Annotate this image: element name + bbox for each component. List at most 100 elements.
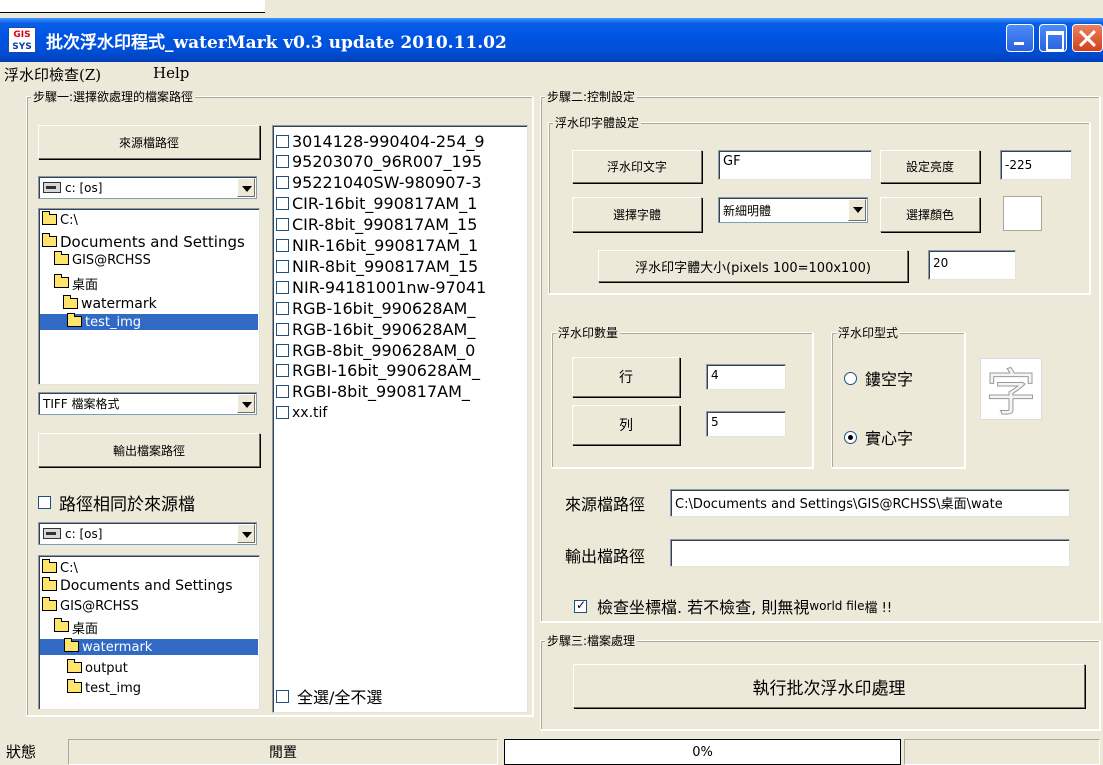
chevron-down-icon[interactable] (848, 199, 866, 221)
checkbox-box[interactable] (276, 176, 289, 190)
tree-item-label: output (85, 660, 128, 676)
file-list-item[interactable]: 95221040SW-980907-3 (276, 173, 482, 193)
checkbox-box[interactable] (38, 496, 51, 509)
tree-item[interactable]: output (67, 658, 128, 676)
output-path-button[interactable]: 輸出檔案路徑 (38, 433, 260, 467)
watermark-text-button[interactable]: 浮水印文字 (572, 150, 702, 183)
same-path-checkbox[interactable]: 路徑相同於來源檔 (38, 490, 195, 515)
columns-button[interactable]: 列 (572, 405, 680, 445)
tree-item[interactable]: test_img (67, 678, 141, 696)
hollow-radio[interactable]: 鏤空字 (844, 366, 913, 390)
tree-item[interactable]: watermark (63, 294, 157, 312)
choose-font-button[interactable]: 選擇字體 (572, 197, 702, 232)
minimize-button[interactable] (1006, 24, 1034, 52)
check-coords-suffix: 檔 !! (864, 600, 893, 616)
chevron-down-icon[interactable] (237, 178, 255, 197)
file-list-item[interactable]: RGB-16bit_990628AM_ (276, 319, 475, 339)
tree-item-selected[interactable]: watermark (40, 637, 258, 655)
checkbox-box[interactable] (276, 259, 289, 273)
select-all-checkbox[interactable]: 全選/全不選 (276, 684, 382, 708)
checkbox-box[interactable] (276, 134, 289, 148)
file-name: RGBI-16bit_990628AM_ (292, 361, 481, 381)
checkbox-box[interactable] (276, 406, 289, 420)
close-button[interactable] (1072, 24, 1103, 52)
maximize-button[interactable] (1039, 24, 1067, 52)
source-path-button[interactable]: 來源檔路徑 (38, 125, 260, 159)
source-drive-select[interactable]: c: [os] (38, 176, 257, 199)
chevron-down-icon[interactable] (237, 394, 255, 413)
brightness-button[interactable]: 設定亮度 (880, 150, 980, 183)
progress-text: 0% (692, 744, 713, 760)
color-swatch (1003, 196, 1042, 231)
menu-help[interactable]: Help (153, 64, 189, 82)
tree-item[interactable]: GIS@RCHSS (54, 250, 151, 268)
columns-field[interactable]: 5 (706, 411, 786, 437)
file-name: RGB-8bit_990628AM_0 (292, 340, 476, 360)
checkbox-box[interactable] (276, 155, 289, 169)
checkbox-box[interactable] (276, 301, 289, 315)
file-list-item[interactable]: CIR-16bit_990817AM_1 (276, 194, 477, 214)
checkbox-box[interactable] (276, 364, 289, 378)
tree-item[interactable]: C:\ (42, 558, 78, 576)
file-list-item[interactable]: RGBI-8bit_990817AM_ (276, 382, 470, 402)
menu-watermark-check[interactable]: 浮水印檢查(Z) (4, 64, 101, 85)
checkbox-box[interactable] (276, 280, 289, 294)
radio-button[interactable] (844, 371, 857, 385)
font-size-field[interactable]: 20 (928, 250, 1016, 280)
hollow-label: 鏤空字 (865, 370, 914, 389)
tree-item[interactable]: Documents and Settings (42, 232, 245, 251)
tree-item-selected[interactable]: test_img (40, 312, 258, 330)
checkbox-box[interactable] (276, 385, 289, 399)
run-batch-button[interactable]: 執行批次浮水印處理 (573, 664, 1085, 708)
folder-open-icon (54, 617, 69, 632)
checkbox-box[interactable] (276, 218, 289, 232)
radio-button-selected[interactable] (844, 430, 857, 444)
source-path-field[interactable]: C:\Documents and Settings\GIS@RCHSS\桌面\w… (670, 489, 1070, 517)
file-list-item[interactable]: NIR-16bit_990817AM_1 (276, 236, 478, 256)
tree-item[interactable]: Documents and Settings (42, 576, 232, 594)
rows-button[interactable]: 行 (572, 357, 680, 397)
source-path-label: 來源檔路徑 (565, 495, 646, 514)
tree-item-label: 桌面 (72, 277, 99, 293)
file-list-item[interactable]: 95203070_96R007_195 (276, 152, 482, 172)
file-list-item[interactable]: RGB-8bit_990628AM_0 (276, 340, 475, 360)
tree-item[interactable]: 桌面 (54, 617, 98, 637)
watermark-count-legend: 浮水印數量 (556, 324, 621, 341)
file-list-item[interactable]: NIR-8bit_990817AM_15 (276, 256, 478, 276)
tree-item[interactable]: GIS@RCHSS (42, 596, 139, 614)
checkbox-box[interactable] (276, 322, 289, 336)
file-name: NIR-8bit_990817AM_15 (292, 256, 479, 276)
file-list-item[interactable]: CIR-8bit_990817AM_15 (276, 215, 477, 235)
file-list-item[interactable]: 3014128-990404-254_9 (276, 131, 485, 151)
file-format-select[interactable]: TIFF 檔案格式 (38, 392, 257, 415)
checkbox-box[interactable] (276, 689, 289, 703)
checkbox-box[interactable] (276, 343, 289, 357)
tree-item[interactable]: C:\ (42, 210, 78, 228)
checkbox-box[interactable] (276, 239, 289, 252)
tree-item-label: GIS@RCHSS (72, 252, 151, 268)
checkbox-box-checked[interactable] (574, 598, 587, 613)
check-coords-checkbox[interactable]: 檢查坐標檔. 若不檢查, 則無視world file 檔 !! (574, 594, 892, 618)
tree-item[interactable]: 桌面 (54, 273, 99, 293)
font-select[interactable]: 新細明體 (718, 197, 868, 223)
progress-bar: 0% (504, 739, 901, 765)
file-list-item[interactable]: RGBI-16bit_990628AM_ (276, 361, 480, 381)
output-drive-select[interactable]: c: [os] (38, 522, 257, 545)
file-name: CIR-16bit_990817AM_1 (292, 194, 478, 214)
file-list-item[interactable]: NIR-94181001nw-97041 (276, 277, 486, 297)
step2-legend: 步驟二:控制設定 (545, 88, 638, 105)
output-path-field[interactable] (670, 539, 1070, 567)
app-icon-text-bottom: SYS (12, 42, 32, 52)
choose-color-button[interactable]: 選擇顏色 (880, 197, 980, 232)
watermark-text-field[interactable]: GF (718, 150, 872, 180)
brightness-field[interactable]: -225 (1000, 150, 1072, 180)
file-name: RGBI-8bit_990817AM_ (292, 382, 470, 402)
solid-radio[interactable]: 實心字 (844, 425, 913, 449)
file-list-item[interactable]: xx.tif (276, 403, 327, 423)
rows-field[interactable]: 4 (706, 364, 786, 390)
folder-closed-icon (67, 678, 82, 693)
checkbox-box[interactable] (276, 197, 289, 211)
file-list-item[interactable]: RGB-16bit_990628AM_ (276, 298, 475, 318)
font-size-button[interactable]: 浮水印字體大小(pixels 100=100x100) (598, 250, 908, 282)
chevron-down-icon[interactable] (237, 524, 255, 543)
